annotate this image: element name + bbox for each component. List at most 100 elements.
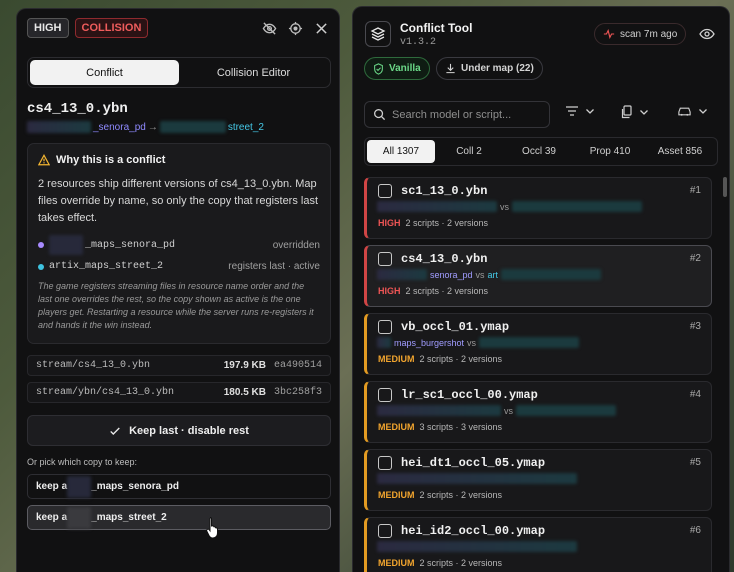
- conflict-card[interactable]: hei_id2_occl_00.ymap #6 MEDIUM 2 scripts…: [364, 517, 712, 572]
- hide-icon[interactable]: [261, 20, 277, 36]
- card-meta: HIGH 2 scripts · 2 versions: [378, 286, 488, 296]
- redacted-text: [501, 269, 602, 280]
- select-checkbox[interactable]: [378, 456, 392, 470]
- file-path: stream/cs4_13_0.ybn: [36, 360, 151, 371]
- vehicle-filter-dropdown[interactable]: [677, 105, 708, 117]
- conflict-detail-panel: HIGH COLLISION Conflict Collision Editor…: [16, 8, 340, 572]
- redacted-text: [159, 121, 226, 133]
- scan-status[interactable]: scan 7m ago: [594, 23, 687, 45]
- card-path: vs: [377, 201, 642, 212]
- vanilla-label: Vanilla: [389, 63, 421, 74]
- redacted-text: [377, 541, 577, 552]
- locate-icon[interactable]: [287, 20, 303, 36]
- card-number: #3: [689, 321, 701, 332]
- card-name: sc1_13_0.ybn: [401, 184, 488, 198]
- chevron-down-icon: [640, 110, 648, 115]
- explanation-title: Why this is a conflict: [56, 154, 166, 166]
- resource-dot: [38, 263, 44, 270]
- card-name: hei_dt1_occl_05.ymap: [401, 456, 546, 470]
- file-type-dropdown[interactable]: [621, 105, 649, 119]
- pick-prefix: keep a: [36, 512, 68, 523]
- pick-suffix: _maps_senora_pd: [91, 481, 179, 492]
- resource-row-active: artix_maps_street_2 registers last · act…: [38, 261, 320, 272]
- resource-name: artix_maps_street_2: [49, 261, 164, 272]
- sort-dropdown[interactable]: [565, 105, 595, 117]
- file-title: cs4_13_0.ybn: [27, 101, 128, 117]
- eye-icon[interactable]: [699, 27, 715, 44]
- severity-label: HIGH: [378, 286, 401, 296]
- keep-last-label: Keep last · disable rest: [129, 424, 249, 437]
- search-input[interactable]: [392, 108, 542, 121]
- close-icon[interactable]: [313, 20, 329, 36]
- conflict-card[interactable]: cs4_13_0.ybn #2 senora_pd vs art HIGH 2 …: [364, 245, 712, 307]
- redacted-text: [377, 269, 427, 280]
- tab-coll[interactable]: Coll 2: [435, 140, 503, 163]
- select-checkbox[interactable]: [378, 320, 392, 334]
- card-path: vs: [377, 405, 616, 416]
- severity-label: MEDIUM: [378, 422, 415, 432]
- card-number: #1: [689, 185, 701, 196]
- card-counts: 2 scripts · 2 versions: [405, 286, 489, 296]
- pick-prefix: keep a: [36, 481, 68, 492]
- explanation-heading: Why this is a conflict: [38, 154, 320, 166]
- redacted-text: [516, 405, 616, 416]
- card-name: lr_sc1_occl_00.ymap: [401, 388, 538, 402]
- path-a: senora_pd: [430, 269, 473, 280]
- tab-occl[interactable]: Occl 39: [503, 140, 575, 163]
- vanilla-filter-chip[interactable]: Vanilla: [364, 57, 430, 80]
- redacted-text: [479, 337, 580, 348]
- tab-prop[interactable]: Prop 410: [575, 140, 645, 163]
- severity-label: MEDIUM: [378, 558, 415, 568]
- tab-conflict[interactable]: Conflict: [30, 60, 179, 85]
- card-counts: 2 scripts · 2 versions: [405, 218, 489, 228]
- card-number: #4: [689, 389, 701, 400]
- app-version: v1.3.2: [400, 37, 437, 48]
- tab-asset[interactable]: Asset 856: [645, 140, 715, 163]
- conflict-explanation: Why this is a conflict 2 resources ship …: [27, 143, 331, 344]
- select-checkbox[interactable]: [378, 184, 392, 198]
- card-counts: 3 scripts · 3 versions: [419, 422, 503, 432]
- card-counts: 2 scripts · 2 versions: [419, 558, 503, 568]
- tab-collision-editor[interactable]: Collision Editor: [179, 60, 328, 85]
- conflict-card[interactable]: sc1_13_0.ybn #1 vs HIGH 2 scripts · 2 ve…: [364, 177, 712, 239]
- file-hash: ea490514: [273, 360, 322, 371]
- list-scrollbar[interactable]: [723, 177, 727, 197]
- conflict-card[interactable]: hei_dt1_occl_05.ymap #5 MEDIUM 2 scripts…: [364, 449, 712, 511]
- under-map-label: Under map (22): [461, 63, 534, 74]
- under-map-chip[interactable]: Under map (22): [436, 57, 543, 80]
- keep-street-button[interactable]: keep a _maps_street_2: [27, 505, 331, 530]
- card-path: [377, 473, 577, 484]
- card-meta: MEDIUM 2 scripts · 2 versions: [378, 558, 502, 568]
- path-b: art: [487, 269, 499, 280]
- conflict-card[interactable]: vb_occl_01.ymap #3 maps_burgershot vs ME…: [364, 313, 712, 375]
- file-path: stream/ybn/cs4_13_0.ybn: [36, 387, 175, 398]
- check-icon: [110, 427, 120, 435]
- app-title: Conflict Tool: [400, 21, 473, 35]
- resource-name: _maps_senora_pd: [85, 239, 176, 251]
- chevron-down-icon: [699, 109, 707, 114]
- detail-tabs: Conflict Collision Editor: [27, 57, 331, 88]
- files-icon: [621, 105, 632, 119]
- card-number: #6: [689, 525, 701, 536]
- card-meta: MEDIUM 2 scripts · 2 versions: [378, 490, 502, 500]
- keep-senora-button[interactable]: keep a _maps_senora_pd: [27, 474, 331, 499]
- keep-last-button[interactable]: Keep last · disable rest: [27, 415, 331, 446]
- path-from: _senora_pd: [93, 121, 146, 133]
- warning-icon: [38, 154, 50, 166]
- file-size: 180.5 KB: [223, 387, 266, 398]
- select-checkbox[interactable]: [378, 252, 392, 266]
- search-icon: [374, 109, 386, 121]
- card-meta: MEDIUM 2 scripts · 2 versions: [378, 354, 502, 364]
- card-name: cs4_13_0.ybn: [401, 252, 488, 266]
- car-icon: [678, 107, 691, 116]
- select-checkbox[interactable]: [378, 388, 392, 402]
- tab-all[interactable]: All 1307: [367, 140, 435, 163]
- select-checkbox[interactable]: [378, 524, 392, 538]
- file-size: 197.9 KB: [223, 360, 266, 371]
- sort-icon: [566, 106, 578, 116]
- type-badge: COLLISION: [74, 18, 149, 38]
- conflict-card[interactable]: lr_sc1_occl_00.ymap #4 vs MEDIUM 3 scrip…: [364, 381, 712, 443]
- card-meta: HIGH 2 scripts · 2 versions: [378, 218, 488, 228]
- category-tabs: All 1307 Coll 2 Occl 39 Prop 410 Asset 8…: [364, 137, 718, 166]
- resource-dot: [38, 242, 44, 248]
